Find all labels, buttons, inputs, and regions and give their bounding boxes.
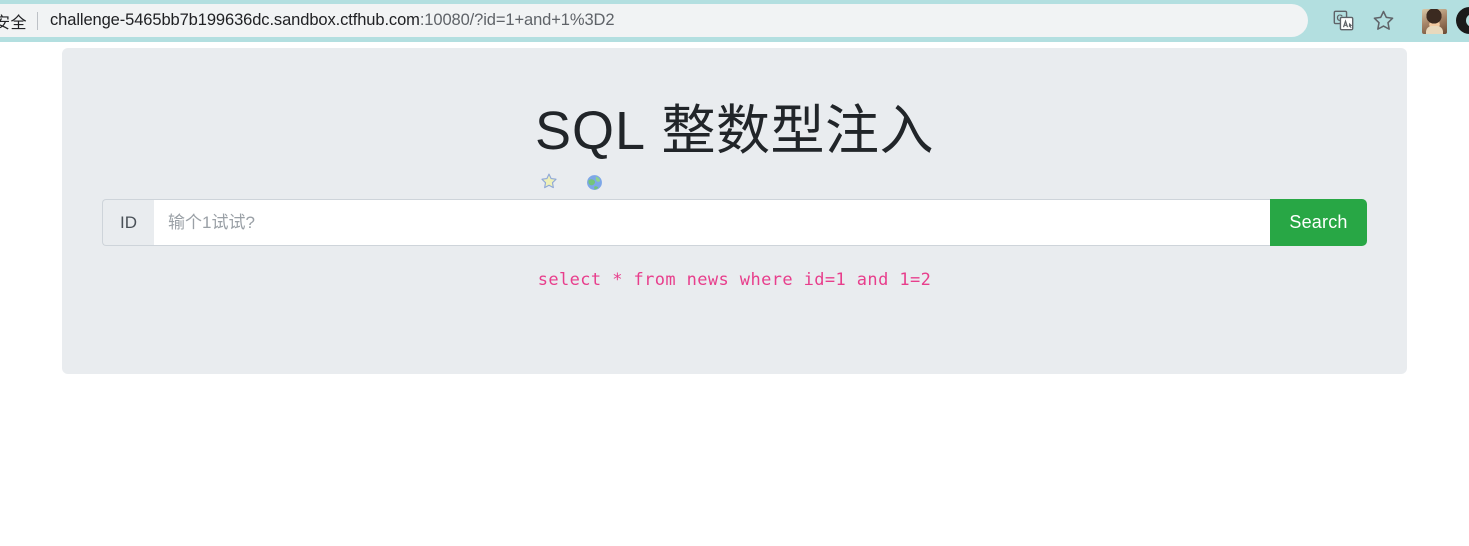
url-port-path: :10080/?id=1+and+1%3D2 [419, 11, 615, 29]
avatar[interactable] [1422, 9, 1447, 34]
page-title-cjk: 整数型注入 [661, 101, 935, 161]
search-button[interactable]: Search [1270, 199, 1367, 246]
url-host: challenge-5465bb7b199636dc.sandbox.ctfhu… [50, 11, 420, 29]
page-title: SQL 整数型注入 [62, 100, 1407, 164]
sql-query-output: select * from news where id=1 and 1=2 [537, 270, 932, 290]
account-circle-icon[interactable] [1456, 7, 1469, 34]
star-decoration-icon [540, 172, 558, 190]
globe-decoration-icon [586, 174, 603, 191]
browser-toolbar-actions: G [1250, 4, 1469, 37]
id-prefix-label: ID [102, 199, 154, 246]
browser-chrome: 安全 challenge-5465bb7b199636dc.sandbox.ct… [0, 0, 1469, 42]
page-title-latin: SQL [534, 101, 647, 161]
bookmark-star-icon[interactable] [1366, 4, 1400, 37]
account-circle-inner [1465, 14, 1469, 27]
page-viewport: SQL 整数型注入 ID Search select * from news w… [0, 42, 1469, 546]
id-input[interactable] [154, 199, 1270, 246]
address-bar[interactable]: 安全 challenge-5465bb7b199636dc.sandbox.ct… [0, 4, 1308, 37]
content-panel: SQL 整数型注入 ID Search select * from news w… [62, 48, 1407, 374]
security-status-label: 安全 [0, 14, 28, 32]
translate-icon[interactable]: G [1326, 4, 1360, 37]
omnibox-divider [37, 11, 39, 30]
search-form: ID Search [102, 199, 1367, 246]
url-text: challenge-5465bb7b199636dc.sandbox.ctfhu… [50, 11, 615, 30]
